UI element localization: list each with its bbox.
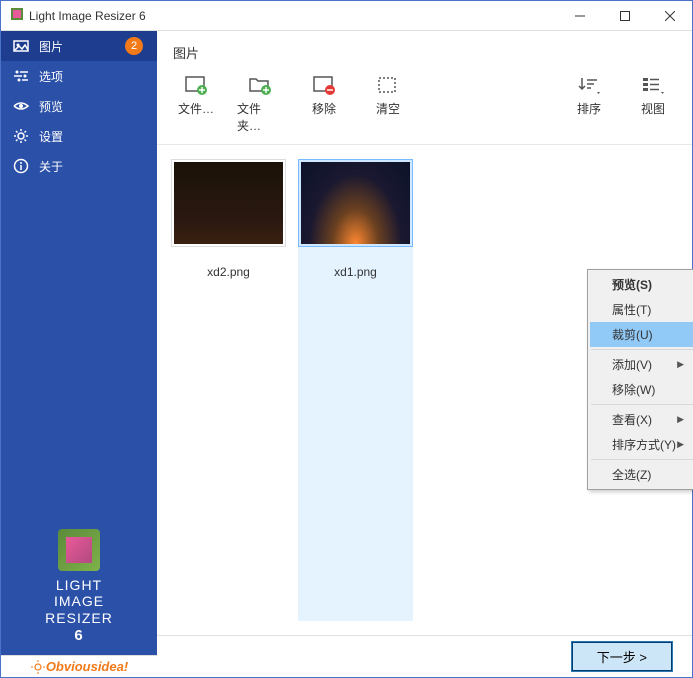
options-icon	[13, 68, 29, 84]
context-menu: 预览(S) 属性(T) 裁剪(U) 添加(V)▶ 移除(W) 查看(X)▶ 排序…	[587, 269, 693, 490]
main: 图片 2 选项 预览 设置 关于	[1, 31, 692, 677]
sidebar-badge: 2	[125, 37, 143, 55]
bulb-icon	[30, 659, 46, 675]
menu-separator	[591, 459, 693, 460]
sidebar-item-images[interactable]: 图片 2	[1, 31, 157, 61]
menu-separator	[591, 404, 693, 405]
sidebar-logo: LIGHT IMAGE RESIZER 6	[1, 529, 157, 655]
menu-separator	[591, 349, 693, 350]
titlebar: Light Image Resizer 6	[1, 1, 692, 31]
clear-icon	[375, 74, 401, 96]
content: 图片 文件… 文件夹… 移除 清空	[157, 31, 692, 677]
thumbnail-filename: xd1.png	[298, 265, 413, 283]
thumbnail-frame	[171, 159, 286, 247]
eye-icon	[13, 98, 29, 114]
toolbar: 文件… 文件夹… 移除 清空 排序	[157, 68, 692, 145]
maximize-button[interactable]	[602, 1, 647, 31]
menu-item-remove[interactable]: 移除(W)	[590, 377, 693, 402]
info-icon	[13, 158, 29, 174]
logo-icon	[58, 529, 100, 571]
menu-item-add[interactable]: 添加(V)▶	[590, 352, 693, 377]
window-title: Light Image Resizer 6	[25, 9, 557, 23]
brand-text: LIGHT IMAGE RESIZER 6	[1, 577, 157, 645]
remove-icon	[311, 74, 337, 96]
toolbar-add-folder-button[interactable]: 文件夹…	[237, 74, 283, 134]
sidebar-item-about[interactable]: 关于	[1, 151, 157, 181]
sidebar-item-settings[interactable]: 设置	[1, 121, 157, 151]
thumbnail-image	[301, 162, 410, 244]
toolbar-remove-button[interactable]: 移除	[301, 74, 347, 117]
toolbar-label: 视图	[641, 100, 665, 117]
gear-icon	[13, 128, 29, 144]
thumbnail-image	[174, 162, 283, 244]
toolbar-view-button[interactable]: 视图	[630, 74, 676, 117]
menu-item-sortby[interactable]: 排序方式(Y)▶	[590, 432, 693, 457]
bottom-bar: 下一步 >	[157, 635, 692, 677]
submenu-arrow-icon: ▶	[677, 359, 684, 370]
footer-brand: Obviousidea!	[46, 659, 128, 674]
menu-item-preview[interactable]: 预览(S)	[590, 272, 693, 297]
app-window: Light Image Resizer 6 图片 2 选项 预览	[0, 0, 693, 678]
submenu-arrow-icon: ▶	[677, 439, 684, 450]
toolbar-sort-button[interactable]: 排序	[566, 74, 612, 117]
thumbnail-filename: xd2.png	[171, 265, 286, 283]
thumbnail-item[interactable]: xd2.png	[171, 159, 286, 621]
sidebar-item-label: 选项	[39, 68, 63, 85]
toolbar-label: 文件…	[178, 100, 214, 117]
sidebar-item-label: 预览	[39, 98, 63, 115]
app-icon	[9, 6, 25, 25]
toolbar-add-file-button[interactable]: 文件…	[173, 74, 219, 117]
folder-add-icon	[247, 74, 273, 96]
next-button[interactable]: 下一步 >	[572, 642, 672, 671]
sidebar-item-options[interactable]: 选项	[1, 61, 157, 91]
submenu-arrow-icon: ▶	[677, 414, 684, 425]
menu-item-crop[interactable]: 裁剪(U)	[590, 322, 693, 347]
minimize-button[interactable]	[557, 1, 602, 31]
sidebar-items: 图片 2 选项 预览 设置 关于	[1, 31, 157, 529]
thumbnail-frame	[298, 159, 413, 247]
page-title: 图片	[157, 31, 692, 68]
sort-icon	[576, 74, 602, 96]
toolbar-label: 移除	[312, 100, 336, 117]
thumbnail-item[interactable]: xd1.png	[298, 159, 413, 621]
toolbar-label: 文件夹…	[237, 100, 283, 134]
toolbar-label: 排序	[577, 100, 601, 117]
close-button[interactable]	[647, 1, 692, 31]
footer-strip[interactable]: Obviousidea!	[1, 655, 157, 677]
sidebar-item-preview[interactable]: 预览	[1, 91, 157, 121]
menu-item-properties[interactable]: 属性(T)	[590, 297, 693, 322]
sidebar: 图片 2 选项 预览 设置 关于	[1, 31, 157, 677]
menu-item-selectall[interactable]: 全选(Z)	[590, 462, 693, 487]
images-icon	[13, 38, 29, 54]
sidebar-item-label: 图片	[39, 38, 63, 55]
toolbar-label: 清空	[376, 100, 400, 117]
file-add-icon	[183, 74, 209, 96]
sidebar-item-label: 设置	[39, 128, 63, 145]
sidebar-item-label: 关于	[39, 158, 63, 175]
toolbar-clear-button[interactable]: 清空	[365, 74, 411, 117]
menu-item-view[interactable]: 查看(X)▶	[590, 407, 693, 432]
view-icon	[640, 74, 666, 96]
